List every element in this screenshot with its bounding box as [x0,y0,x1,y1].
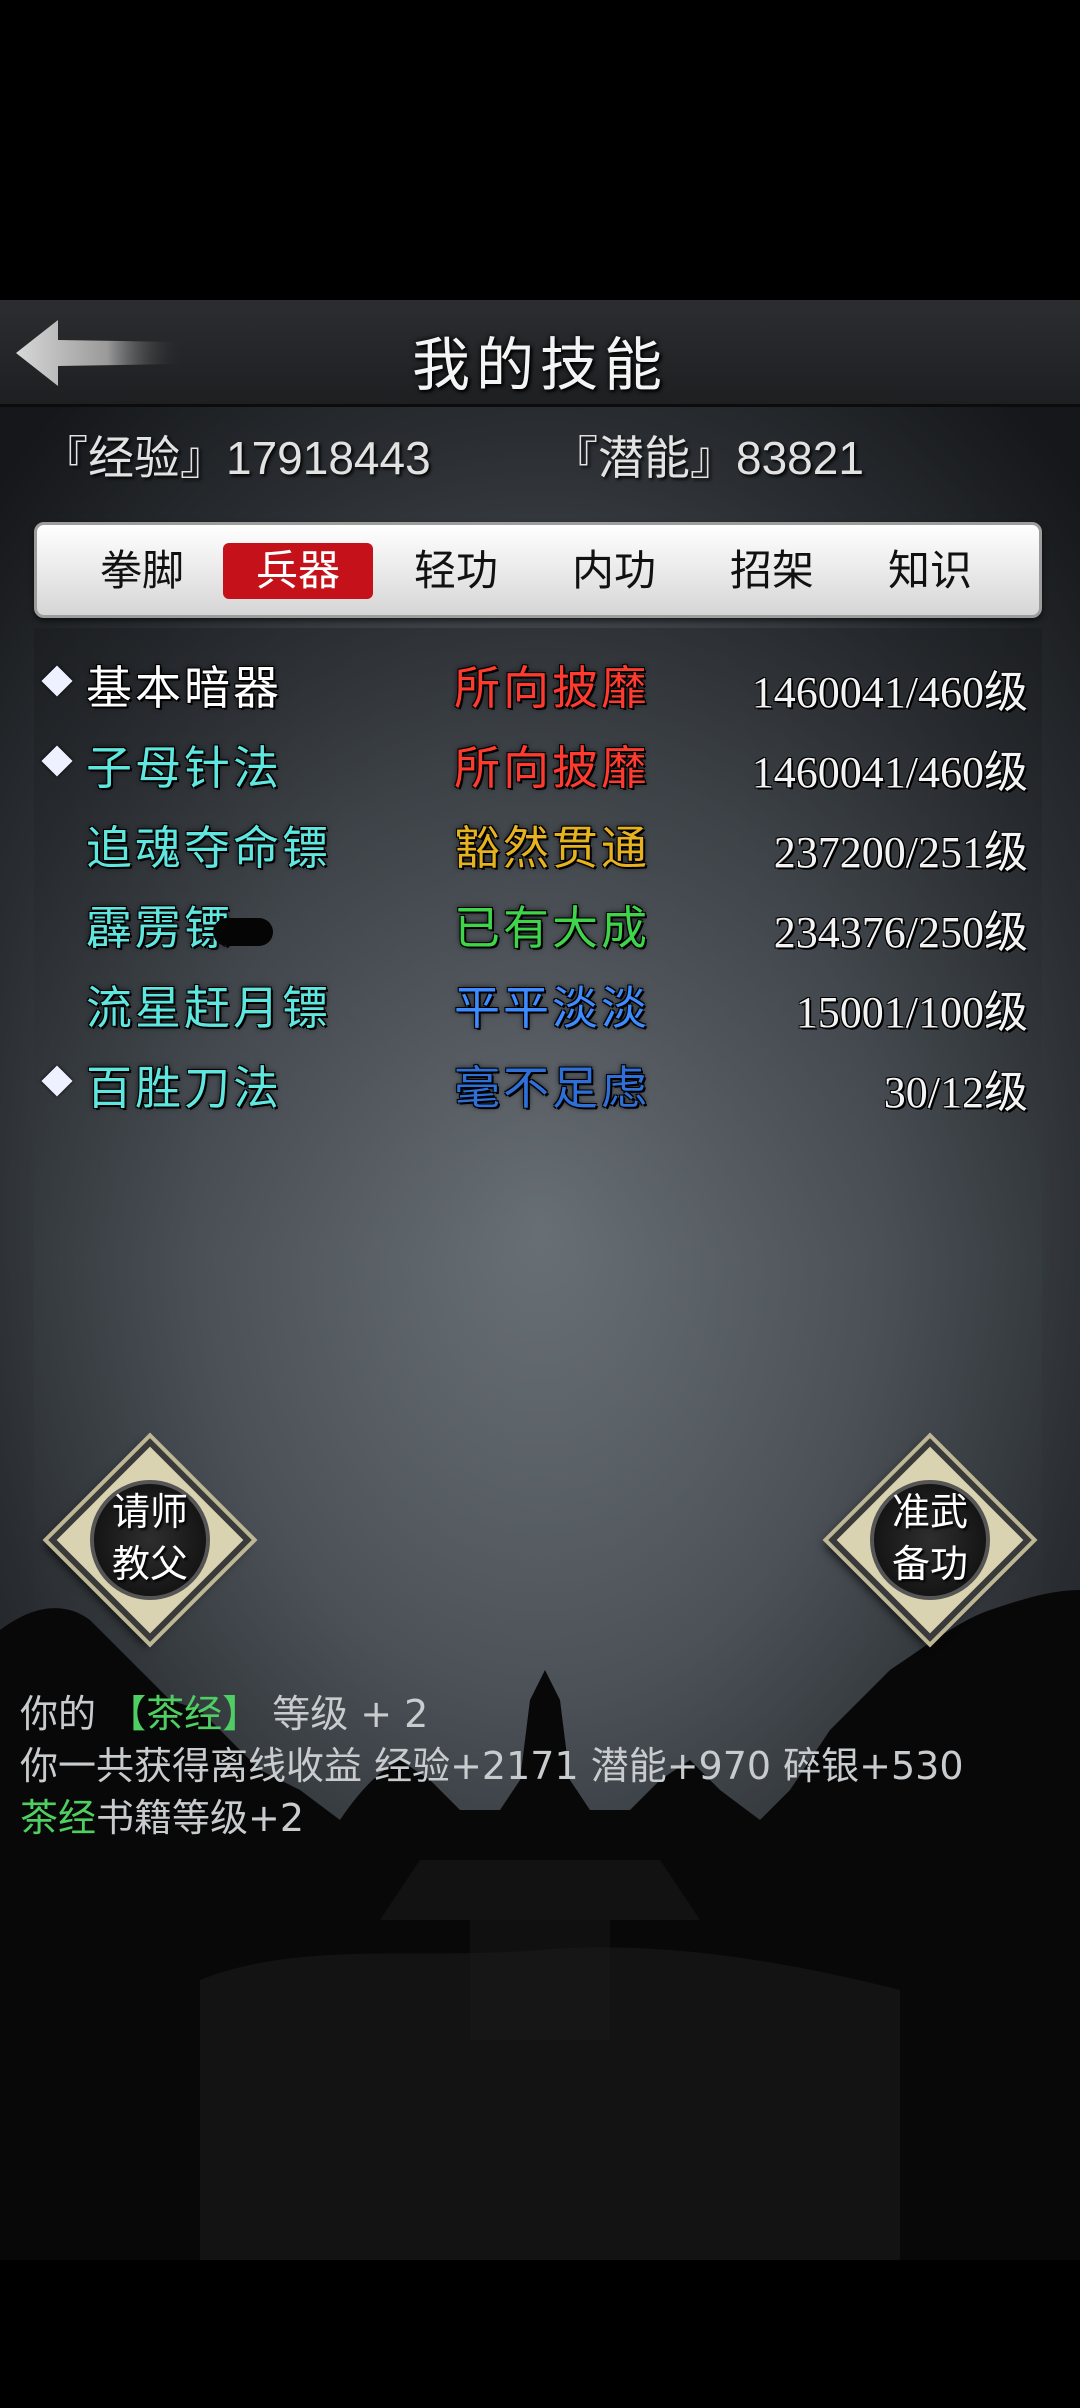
skill-row[interactable]: 基本暗器 所向披靡 1460041/460级 [34,648,1042,724]
log-line: 茶经书籍等级+2 [20,1792,1070,1844]
tab-bingqi[interactable]: 兵器 [223,543,373,599]
skill-name-text: 霹雳镖 [86,901,233,955]
skill-name: 流星赶月镖 [86,981,331,1035]
selected-diamond-icon [41,665,73,697]
button-label-line: 请师 [111,1490,188,1534]
temple-silhouette [0,1590,1080,2260]
skill-name: 子母针法 [86,741,282,795]
button-label-line: 教父 [111,1542,188,1586]
ink-blot [213,918,273,946]
skill-name: 霹雳镖 [86,892,273,958]
skill-level: 234376/250级 [773,908,1028,957]
log-item: 茶经 [20,1796,97,1840]
skill-row[interactable]: 流星赶月镖 平平淡淡 15001/100级 [34,968,1042,1044]
skill-row[interactable]: 百胜刀法 毫不足虑 30/12级 [34,1048,1042,1124]
skill-row[interactable]: 霹雳镖 已有大成 234376/250级 [34,888,1042,964]
skill-rank: 豁然贯通 [454,821,650,875]
tab-neigong[interactable]: 内功 [539,543,689,599]
button-label: 准武 备功 [830,1486,1030,1590]
log-line: 你一共获得离线收益 经验+2171 潜能+970 碎银+530 [20,1744,964,1788]
page-title: 我的技能 [411,331,668,399]
selected-diamond-icon [41,1065,73,1097]
button-label: 请师 教父 [50,1486,250,1590]
skill-rank: 平平淡淡 [454,981,650,1035]
log-text: 书籍等级+2 [96,1796,305,1840]
log-item: 【茶经】 [108,1692,261,1736]
tab-zhishi[interactable]: 知识 [855,543,1005,599]
skill-level: 15001/100级 [795,988,1028,1037]
skill-rank: 所向披靡 [454,741,650,795]
skill-rank: 所向披靡 [454,661,650,715]
prepare-martial-button[interactable]: 准武 备功 [828,1438,1032,1642]
skill-row[interactable]: 子母针法 所向披靡 1460041/460级 [34,728,1042,804]
skill-name: 追魂夺命镖 [86,821,331,875]
skill-level: 30/12级 [883,1068,1028,1117]
skill-name: 基本暗器 [86,661,282,715]
header-bar: 我的技能 [0,300,1080,407]
skill-level: 1460041/460级 [751,668,1028,717]
skill-level: 1460041/460级 [751,748,1028,797]
stats-bar: 『经验』17918443 『潜能』83821 [0,418,1080,488]
log-line: 你的 【茶经】 等级 + 2 [20,1688,1070,1740]
tab-quanjiao[interactable]: 拳脚 [67,543,217,599]
selected-diamond-icon [41,745,73,777]
skill-rank: 已有大成 [454,901,650,955]
log-text: 你的 [20,1692,109,1736]
skill-rank: 毫不足虑 [454,1061,650,1115]
potential-value: 『潜能』83821 [552,432,864,484]
button-label-line: 准武 [891,1490,968,1534]
experience-value: 『经验』17918443 [42,432,431,484]
button-label-line: 备功 [891,1542,968,1586]
skill-row[interactable]: 追魂夺命镖 豁然贯通 237200/251级 [34,808,1042,884]
message-log: 你的 【茶经】 等级 + 2 你一共获得离线收益 经验+2171 潜能+970 … [20,1688,1070,1844]
skill-category-tabs: 拳脚 兵器 轻功 内功 招架 知识 [34,522,1042,618]
tab-qinggong[interactable]: 轻功 [381,543,531,599]
ask-master-button[interactable]: 请师 教父 [48,1438,252,1642]
skill-level: 237200/251级 [773,828,1028,877]
skill-name: 百胜刀法 [86,1061,282,1115]
tab-zhaojia[interactable]: 招架 [697,543,847,599]
log-text: 等级 + 2 [260,1692,429,1736]
